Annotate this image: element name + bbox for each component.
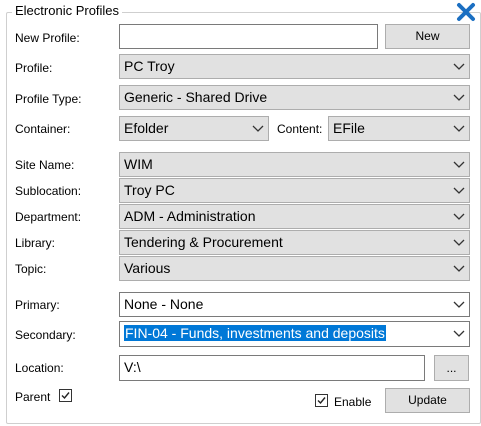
- secondary-value: FIN-04 - Funds, investments and deposits: [124, 325, 386, 341]
- browse-button[interactable]: ...: [434, 355, 469, 381]
- department-value: ADM - Administration: [124, 208, 256, 224]
- enable-label: Enable: [334, 395, 372, 409]
- profile-type-label: Profile Type:: [15, 92, 82, 106]
- topic-label: Topic:: [15, 262, 47, 276]
- chevron-down-icon: [453, 265, 465, 272]
- primary-label: Primary:: [15, 298, 60, 312]
- primary-value: None - None: [124, 296, 204, 312]
- secondary-dropdown[interactable]: FIN-04 - Funds, investments and deposits: [119, 321, 470, 347]
- chevron-down-icon: [453, 187, 465, 194]
- topic-value: Various: [124, 260, 171, 276]
- chevron-down-icon: [453, 213, 465, 220]
- chevron-down-icon: [453, 161, 465, 168]
- site-name-value: WIM: [124, 156, 153, 172]
- department-label: Department:: [15, 210, 82, 224]
- parent-checkbox[interactable]: [59, 389, 72, 402]
- chevron-down-icon: [453, 330, 465, 337]
- new-button[interactable]: New: [385, 24, 470, 49]
- sublocation-value: Troy PC: [124, 182, 175, 198]
- library-value: Tendering & Procurement: [124, 234, 283, 250]
- sublocation-label: Sublocation:: [15, 184, 82, 198]
- sublocation-dropdown[interactable]: Troy PC: [119, 178, 470, 203]
- profile-type-dropdown[interactable]: Generic - Shared Drive: [119, 85, 470, 110]
- new-profile-label: New Profile:: [15, 31, 80, 45]
- chevron-down-icon: [453, 94, 465, 101]
- location-input[interactable]: V:\: [119, 355, 425, 381]
- content-dropdown[interactable]: EFile: [328, 116, 470, 141]
- chevron-down-icon: [252, 125, 264, 132]
- secondary-label: Secondary:: [15, 328, 76, 342]
- chevron-down-icon: [453, 239, 465, 246]
- new-profile-input[interactable]: [119, 24, 378, 49]
- update-button[interactable]: Update: [385, 388, 470, 413]
- primary-dropdown[interactable]: None - None: [119, 292, 470, 317]
- container-value: Efolder: [124, 120, 169, 136]
- electronic-profiles-panel: Electronic Profiles New Profile: New Pro…: [0, 0, 481, 426]
- chevron-down-icon: [453, 63, 465, 70]
- profile-label: Profile:: [15, 61, 53, 75]
- department-dropdown[interactable]: ADM - Administration: [119, 204, 470, 229]
- profile-dropdown[interactable]: PC Troy: [119, 54, 470, 79]
- parent-label: Parent: [15, 390, 51, 404]
- library-label: Library:: [15, 236, 56, 250]
- enable-checkbox[interactable]: [315, 394, 328, 407]
- content-value: EFile: [333, 120, 365, 136]
- profile-type-value: Generic - Shared Drive: [124, 89, 268, 105]
- content-label: Content:: [277, 122, 323, 136]
- container-dropdown[interactable]: Efolder: [119, 116, 269, 141]
- group-title: Electronic Profiles: [12, 3, 123, 18]
- topic-dropdown[interactable]: Various: [119, 256, 470, 281]
- close-icon[interactable]: [456, 2, 476, 22]
- checkmark-icon: [61, 392, 70, 400]
- site-name-label: Site Name:: [15, 158, 75, 172]
- profile-value: PC Troy: [124, 58, 175, 74]
- checkmark-icon: [317, 397, 326, 405]
- chevron-down-icon: [453, 301, 465, 308]
- container-label: Container:: [15, 122, 71, 136]
- library-dropdown[interactable]: Tendering & Procurement: [119, 230, 470, 255]
- site-name-dropdown[interactable]: WIM: [119, 152, 470, 177]
- chevron-down-icon: [453, 125, 465, 132]
- location-label: Location:: [15, 361, 64, 375]
